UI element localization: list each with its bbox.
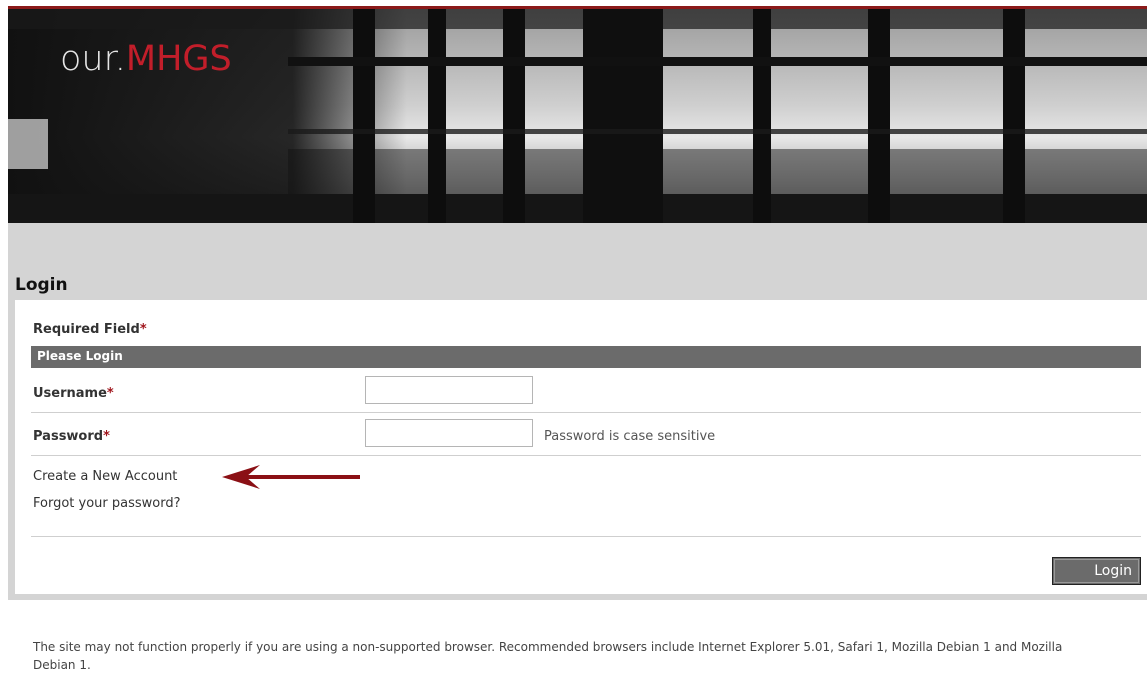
site-logo[interactable]: our.MHGS [60, 39, 232, 79]
password-hint: Password is case sensitive [544, 429, 716, 444]
login-button[interactable]: Login [1052, 557, 1141, 585]
required-field-note: Required Field* [33, 322, 147, 337]
page-title: Login [15, 275, 68, 295]
divider [31, 412, 1141, 413]
login-panel [15, 300, 1147, 594]
username-label: Username* [33, 386, 114, 401]
forgot-password-link[interactable]: Forgot your password? [33, 496, 181, 511]
password-label: Password* [33, 429, 110, 444]
header-banner: our.MHGS [8, 9, 1147, 223]
divider [31, 455, 1141, 456]
username-input[interactable] [365, 376, 533, 404]
section-header: Please Login [31, 346, 1141, 368]
browser-notice: The site may not function properly if yo… [33, 640, 1063, 672]
password-input[interactable] [365, 419, 533, 447]
arrow-left-icon [222, 465, 360, 489]
create-account-link[interactable]: Create a New Account [33, 469, 177, 484]
divider [31, 536, 1141, 537]
